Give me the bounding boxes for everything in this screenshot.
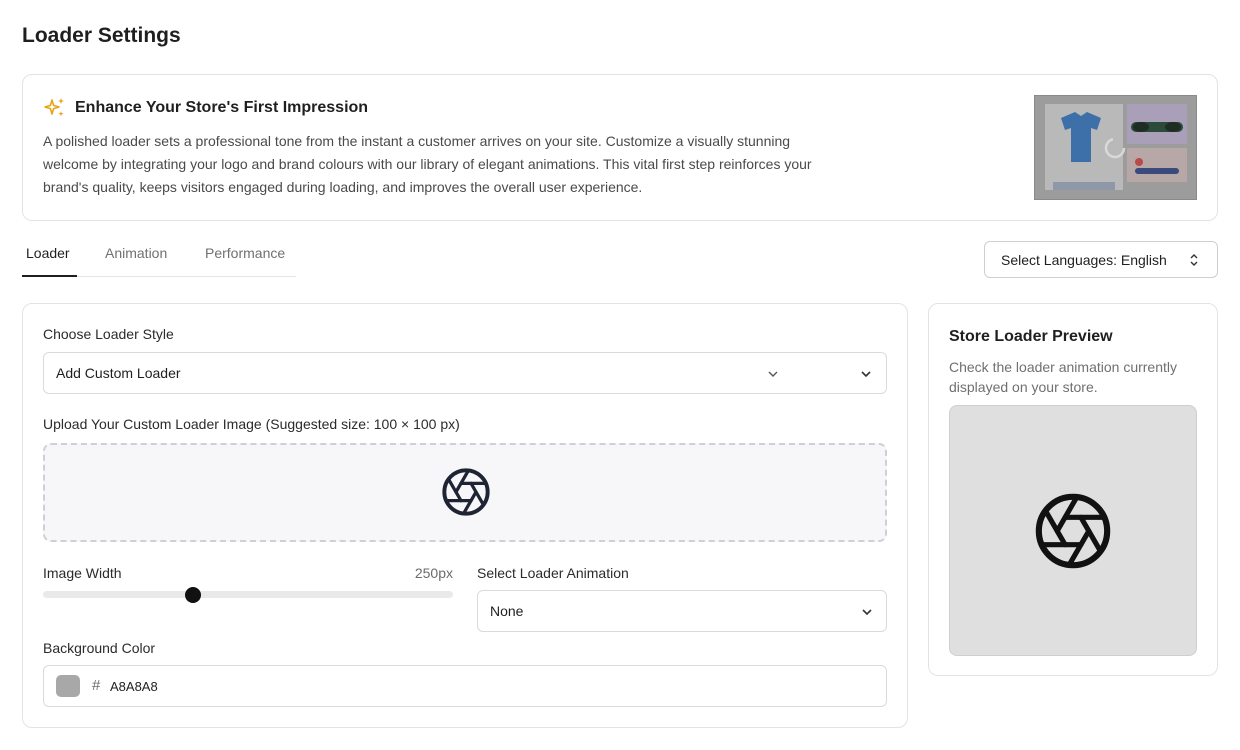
loader-settings-card: Choose Loader Style Add Custom Loader Up… bbox=[22, 303, 908, 728]
language-select[interactable]: Select Languages: English bbox=[984, 241, 1218, 278]
image-width-value: 250px bbox=[414, 565, 453, 581]
chevron-down-icon bbox=[768, 371, 778, 377]
up-down-arrows-icon bbox=[1190, 254, 1198, 266]
loader-style-value: Add Custom Loader bbox=[56, 365, 181, 381]
tab-performance[interactable]: Performance bbox=[205, 245, 285, 261]
hex-color-input[interactable] bbox=[110, 675, 310, 697]
chevron-down-icon bbox=[862, 609, 872, 616]
image-upload-dropzone[interactable] bbox=[43, 443, 887, 542]
loader-animation-select[interactable]: None bbox=[477, 590, 887, 632]
camera-aperture-icon bbox=[1035, 493, 1111, 569]
slider-thumb[interactable] bbox=[185, 587, 202, 603]
background-color-label: Background Color bbox=[43, 640, 156, 656]
settings-tabs: Loader Animation Performance bbox=[22, 240, 296, 277]
preview-title: Store Loader Preview bbox=[949, 328, 1113, 345]
loader-style-label: Choose Loader Style bbox=[43, 326, 174, 342]
banner-description: A polished loader sets a professional to… bbox=[43, 133, 812, 195]
image-width-label: Image Width bbox=[43, 565, 122, 581]
loader-animation-label: Select Loader Animation bbox=[477, 565, 629, 581]
chevron-down-icon bbox=[861, 371, 871, 378]
active-tab-indicator bbox=[22, 275, 77, 277]
color-swatch[interactable] bbox=[56, 675, 80, 697]
page-title: Loader Settings bbox=[22, 24, 181, 47]
store-loader-preview-card: Store Loader Preview Check the loader an… bbox=[928, 303, 1218, 676]
loader-animation-value: None bbox=[490, 603, 524, 619]
info-banner: Enhance Your Store's First Impression A … bbox=[22, 74, 1218, 221]
loader-preview-area bbox=[949, 405, 1197, 656]
banner-title: Enhance Your Store's First Impression bbox=[75, 99, 369, 116]
loader-illustration bbox=[1034, 95, 1197, 200]
preview-description: Check the loader animation currently dis… bbox=[949, 359, 1178, 395]
camera-aperture-icon bbox=[442, 468, 490, 516]
image-width-slider[interactable] bbox=[43, 587, 453, 603]
tab-animation[interactable]: Animation bbox=[105, 245, 167, 261]
background-color-field: # bbox=[43, 665, 887, 707]
hash-prefix: # bbox=[92, 677, 101, 694]
sparkles-icon bbox=[44, 98, 64, 117]
loader-style-select[interactable]: Add Custom Loader bbox=[43, 352, 887, 394]
tab-loader[interactable]: Loader bbox=[26, 245, 70, 261]
language-select-label: Select Languages: English bbox=[1001, 252, 1167, 268]
upload-label: Upload Your Custom Loader Image (Suggest… bbox=[43, 416, 460, 432]
